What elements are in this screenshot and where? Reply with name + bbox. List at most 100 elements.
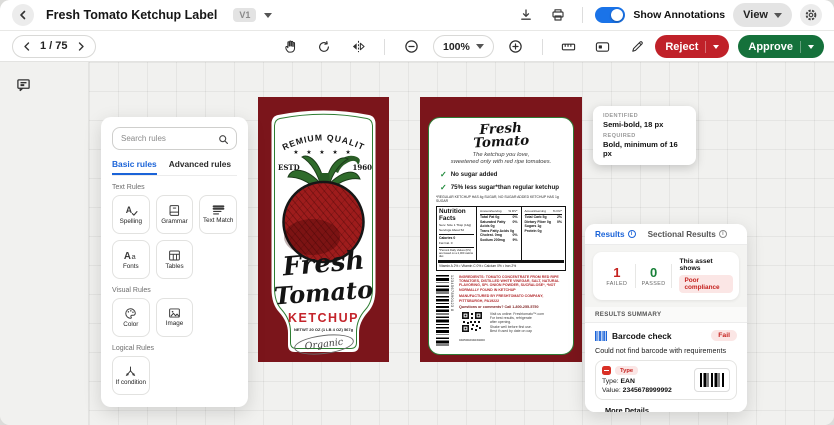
grammar-icon xyxy=(169,204,180,216)
fat-calories: Fat Cal. 0 xyxy=(439,241,453,245)
check-icon: ✓ xyxy=(440,170,447,179)
tab-results-label: Results xyxy=(595,229,625,239)
zoom-level-dropdown[interactable]: 100% xyxy=(433,35,494,58)
rules-panel: Basic rules Advanced rules Text Rules A … xyxy=(101,117,248,407)
print-button[interactable] xyxy=(546,3,570,27)
annotation-comment-icon[interactable] xyxy=(16,78,31,92)
tab-advanced-rules[interactable]: Advanced rules xyxy=(169,159,231,175)
rule-card-color[interactable]: Color xyxy=(112,298,150,337)
rule-card-fonts[interactable]: Aa Fonts xyxy=(112,240,150,279)
front-stars: ★ ★ ★ ★ ★ xyxy=(293,150,354,156)
reject-chevron-down-icon xyxy=(713,44,720,49)
show-annotations-toggle[interactable] xyxy=(595,7,626,23)
annotate-pen-button[interactable] xyxy=(625,35,649,59)
view-dropdown-button[interactable]: View xyxy=(733,3,792,27)
next-page-icon[interactable] xyxy=(77,41,85,51)
section-title-visual-rules: Visual Rules xyxy=(112,287,151,294)
upc-barcode: 1234567890123 8 xyxy=(436,274,454,347)
flip-button[interactable] xyxy=(346,35,370,59)
app-window: Fresh Tomato Ketchup Label V1 Show Annot… xyxy=(0,0,834,425)
claim-text: 75% less sugar*than regular ketchup xyxy=(450,184,560,191)
settings-button[interactable] xyxy=(800,4,822,26)
visit-line: Best if used by date on cap xyxy=(489,329,533,333)
amount-header: Amount/serving xyxy=(524,209,547,213)
check-icon: ✓ xyxy=(440,183,447,192)
swatch-tool-button[interactable] xyxy=(591,35,615,59)
nutrient: Saturated Fatty Acids 0g xyxy=(480,219,506,229)
type-value: EAN xyxy=(620,377,635,385)
label-back-panel[interactable]: Fresh Tomato The ketchup you love, sweet… xyxy=(420,97,582,362)
pan-tool-button[interactable] xyxy=(278,35,302,59)
compliance-summary-card: 1 FAILED 0 PASSED This asset shows Poor … xyxy=(593,252,739,300)
more-details-link[interactable]: More Details xyxy=(595,400,737,412)
tab-sectional-results[interactable]: Sectional Results i xyxy=(648,230,727,239)
ruler-tool-button[interactable] xyxy=(557,35,581,59)
header-bar: Fresh Tomato Ketchup Label V1 Show Annot… xyxy=(0,0,834,31)
serving-size: Serv. Size 1 Tbsp (14g) xyxy=(439,223,472,227)
svg-text:A: A xyxy=(124,251,131,262)
zoom-in-button[interactable] xyxy=(504,35,528,59)
nutrition-mid-column: Amount/serving % DV* Total Fat 0g 0% Satu… xyxy=(477,207,522,260)
type-badge: Type xyxy=(615,366,639,375)
info-icon[interactable]: i xyxy=(718,230,727,238)
zoom-out-button[interactable] xyxy=(399,35,423,59)
header-divider xyxy=(582,7,584,23)
prev-page-icon[interactable] xyxy=(23,41,31,51)
nutrition-right-column: Amount/serving % DV* Total Carb 5g 2% Die… xyxy=(522,207,566,260)
back-button[interactable] xyxy=(12,4,34,26)
results-summary-header: RESULTS SUMMARY xyxy=(585,307,747,323)
color-palette-icon xyxy=(125,308,137,319)
rule-card-if-condition[interactable]: If condition xyxy=(112,356,150,395)
barcode-thumbnail-bars xyxy=(700,373,724,387)
compliance-cell: This asset shows Poor compliance xyxy=(672,258,734,294)
zoom-in-icon xyxy=(509,40,523,53)
label-front-panel[interactable]: PREMIUM QUALITY ★ ★ ★ ★ ★ xyxy=(258,97,389,362)
tab-results[interactable]: Results i xyxy=(595,230,636,239)
flip-horizontal-icon xyxy=(352,40,365,53)
rotate-button[interactable] xyxy=(312,35,336,59)
tab-sectional-results-label: Sectional Results xyxy=(647,229,716,239)
type-label: Type: xyxy=(602,377,619,385)
rule-card-label: If condition xyxy=(115,378,147,386)
version-chevron-down-icon[interactable] xyxy=(264,12,273,18)
nutrient-dv: 0% xyxy=(512,219,518,224)
rule-card-tables[interactable]: Tables xyxy=(155,240,194,279)
tab-basic-rules[interactable]: Basic rules xyxy=(112,159,157,175)
calories: Calories 0 xyxy=(439,234,474,240)
spelling-icon: A xyxy=(126,205,138,216)
nutrient-dv: 9% xyxy=(512,237,518,242)
gear-icon xyxy=(805,9,817,21)
results-summary-zone: 1 FAILED 0 PASSED This asset shows Poor … xyxy=(585,245,747,307)
rule-card-grammar[interactable]: Grammar xyxy=(155,195,194,234)
reject-button[interactable]: Reject xyxy=(655,35,730,58)
toggle-knob xyxy=(611,9,624,21)
search-rules-input[interactable] xyxy=(121,134,214,143)
nutrient: Sodium 200mg xyxy=(480,237,505,242)
approve-button-label: Approve xyxy=(748,40,793,53)
approve-button[interactable]: Approve xyxy=(738,35,824,58)
rule-card-image[interactable]: Image xyxy=(155,298,194,337)
back-brand: Fresh Tomato xyxy=(435,120,566,153)
dv-header: % DV* xyxy=(552,209,562,213)
tagline-line2: sweetened only with red ripe tomatoes. xyxy=(450,159,552,165)
claim-row: ✓ No sugar added xyxy=(440,170,566,179)
version-badge[interactable]: V1 xyxy=(233,8,257,22)
rule-card-spelling[interactable]: A Spelling xyxy=(112,195,150,234)
barcode-detail-card[interactable]: Type Type: EAN Value: 2345678999992 xyxy=(595,360,737,400)
button-divider xyxy=(800,40,801,53)
search-rules-box[interactable] xyxy=(112,127,237,150)
download-button[interactable] xyxy=(514,3,538,27)
toolbar-divider xyxy=(541,38,543,55)
value-line: Value: 2345678999992 xyxy=(602,387,694,394)
rule-card-text-match[interactable]: Text Match xyxy=(199,195,237,234)
artwork-canvas[interactable]: PREMIUM QUALITY ★ ★ ★ ★ ★ xyxy=(0,62,834,425)
font-check-tooltip: IDENTIFIED Semi-bold, 18 px REQUIRED Bol… xyxy=(593,106,696,165)
barcode-icon xyxy=(595,330,607,341)
info-icon[interactable]: i xyxy=(627,230,636,238)
barcode-check-section: Barcode check Fail Could not find barcod… xyxy=(585,323,747,412)
results-panel: Results i Sectional Results i 1 FAILED 0 xyxy=(585,224,747,412)
failed-count: 1 xyxy=(613,265,621,280)
fail-badge: Fail xyxy=(711,330,737,341)
passed-label: PASSED xyxy=(641,281,666,287)
back-bottom-section: 1234567890123 8 INGREDIENTS: TOMATO CONC… xyxy=(436,274,566,347)
